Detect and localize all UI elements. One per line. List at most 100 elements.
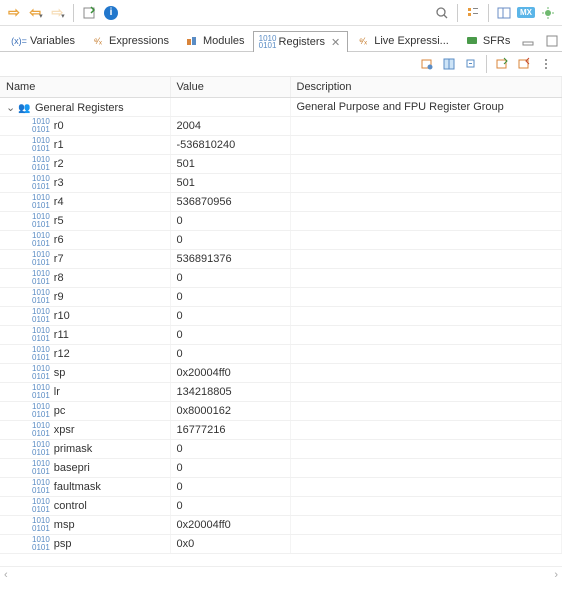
forward-icon[interactable]: ⇨▾ xyxy=(48,3,68,23)
register-name: r5 xyxy=(54,215,64,227)
collapse-all-icon[interactable] xyxy=(461,54,481,74)
view-toolbar xyxy=(0,52,562,76)
back-icon[interactable]: ⇦▾ xyxy=(26,3,46,23)
table-row[interactable]: 10100101r90 xyxy=(0,288,562,307)
register-icon: 10100101 xyxy=(32,384,50,400)
tab-registers[interactable]: 10100101Registers✕ xyxy=(253,31,349,52)
table-row[interactable]: 10100101xpsr16777216 xyxy=(0,421,562,440)
table-row[interactable]: 10100101msp0x20004ff0 xyxy=(0,516,562,535)
search-icon[interactable] xyxy=(432,3,452,23)
table-row[interactable]: 10100101primask0 xyxy=(0,440,562,459)
tab-modules[interactable]: Modules xyxy=(177,30,253,51)
table-row[interactable]: 10100101r50 xyxy=(0,212,562,231)
table-row[interactable]: 10100101r02004 xyxy=(0,117,562,136)
col-name[interactable]: Name xyxy=(0,77,170,98)
table-row[interactable]: 10100101r60 xyxy=(0,231,562,250)
mx-icon[interactable]: MX xyxy=(516,3,536,23)
register-value[interactable]: 501 xyxy=(170,155,290,174)
register-value[interactable]: 0 xyxy=(170,478,290,497)
window-icon[interactable] xyxy=(494,3,514,23)
register-value[interactable]: 2004 xyxy=(170,117,290,136)
debug-config-icon[interactable] xyxy=(538,3,558,23)
col-value[interactable]: Value xyxy=(170,77,290,98)
register-name: basepri xyxy=(54,462,90,474)
view-menu-icon[interactable] xyxy=(536,54,556,74)
step-return-icon[interactable]: ⇨ xyxy=(4,3,24,23)
register-name: msp xyxy=(54,519,75,531)
horizontal-scrollbar[interactable]: ‹ › xyxy=(0,566,562,582)
col-description[interactable]: Description xyxy=(290,77,562,98)
table-row[interactable]: 10100101basepri0 xyxy=(0,459,562,478)
register-value[interactable]: 0x20004ff0 xyxy=(170,364,290,383)
table-row[interactable]: 10100101r100 xyxy=(0,307,562,326)
register-value[interactable]: 0 xyxy=(170,231,290,250)
table-row[interactable]: 10100101 r8 0 xyxy=(0,269,562,288)
register-icon: 10100101 xyxy=(32,194,50,210)
register-icon: 10100101 xyxy=(32,346,50,362)
register-value[interactable]: 0 xyxy=(170,212,290,231)
table-row[interactable]: 10100101r7536891376 xyxy=(0,250,562,269)
register-value[interactable]: 134218805 xyxy=(170,383,290,402)
info-icon[interactable]: i xyxy=(101,3,121,23)
register-value[interactable]: 0x0 xyxy=(170,535,290,554)
table-row[interactable]: 10100101control0 xyxy=(0,497,562,516)
register-value[interactable]: 501 xyxy=(170,174,290,193)
register-value[interactable]: 0x20004ff0 xyxy=(170,516,290,535)
scroll-left-icon[interactable]: ‹ xyxy=(4,569,8,581)
register-value[interactable]: 0 xyxy=(170,459,290,478)
table-row[interactable]: 10100101r2501 xyxy=(0,155,562,174)
register-value[interactable]: -536810240 xyxy=(170,136,290,155)
table-row[interactable]: 10100101 r4 536870956 xyxy=(0,193,562,212)
register-value[interactable]: 536870956 xyxy=(170,193,290,212)
register-name: r4 xyxy=(54,196,64,208)
import-icon[interactable] xyxy=(492,54,512,74)
table-row[interactable]: 10100101r3501 xyxy=(0,174,562,193)
table-row[interactable]: 10100101pc0x8000162 xyxy=(0,402,562,421)
outline-icon[interactable] xyxy=(463,3,483,23)
separator xyxy=(488,4,489,22)
export-icon[interactable] xyxy=(514,54,534,74)
tab-live-expressions[interactable]: ᵉ⁄ₓLive Expressi... xyxy=(348,30,457,51)
table-row[interactable]: 10100101psp0x0 xyxy=(0,535,562,554)
table-row[interactable]: 10100101r120 xyxy=(0,345,562,364)
register-name: lr xyxy=(54,386,60,398)
minimize-icon[interactable] xyxy=(518,31,538,51)
register-name: r8 xyxy=(54,272,64,284)
open-perspective-icon[interactable] xyxy=(79,3,99,23)
show-type-icon[interactable] xyxy=(417,54,437,74)
register-value[interactable]: 16777216 xyxy=(170,421,290,440)
scroll-right-icon[interactable]: › xyxy=(554,569,558,581)
close-icon[interactable]: ✕ xyxy=(331,36,340,49)
tab-label: Modules xyxy=(203,35,245,47)
chevron-down-icon[interactable]: ⌄ xyxy=(6,101,15,110)
table-row[interactable]: 10100101r1-536810240 xyxy=(0,136,562,155)
register-value[interactable]: 0x8000162 xyxy=(170,402,290,421)
register-value[interactable]: 0 xyxy=(170,288,290,307)
register-value[interactable]: 536891376 xyxy=(170,250,290,269)
layout-icon[interactable] xyxy=(439,54,459,74)
register-value[interactable]: 0 xyxy=(170,440,290,459)
table-row[interactable]: 10100101r110 xyxy=(0,326,562,345)
register-value[interactable]: 0 xyxy=(170,497,290,516)
maximize-icon[interactable] xyxy=(542,31,562,51)
separator xyxy=(457,4,458,22)
register-name: psp xyxy=(54,538,72,550)
table-row[interactable]: 10100101sp0x20004ff0 xyxy=(0,364,562,383)
tab-variables[interactable]: (x)=Variables xyxy=(4,30,83,51)
register-value[interactable]: 0 xyxy=(170,269,290,288)
table-row[interactable]: 10100101faultmask0 xyxy=(0,478,562,497)
register-name: r10 xyxy=(54,310,70,322)
tab-sfrs[interactable]: SFRs xyxy=(457,30,519,51)
tab-expressions[interactable]: ᵉ⁄ₓExpressions xyxy=(83,30,177,51)
register-icon: 10100101 xyxy=(32,270,50,286)
register-name: r6 xyxy=(54,234,64,246)
register-value[interactable]: 0 xyxy=(170,345,290,364)
register-value[interactable]: 0 xyxy=(170,307,290,326)
register-icon: 10100101 xyxy=(32,118,50,134)
register-value[interactable]: 0 xyxy=(170,326,290,345)
table-row[interactable]: 10100101 lr 134218805 xyxy=(0,383,562,402)
register-name: xpsr xyxy=(54,424,75,436)
tab-label: Expressions xyxy=(109,35,169,47)
register-icon: 10100101 xyxy=(32,251,50,267)
register-group-row[interactable]: ⌄👥General Registers General Purpose and … xyxy=(0,98,562,117)
